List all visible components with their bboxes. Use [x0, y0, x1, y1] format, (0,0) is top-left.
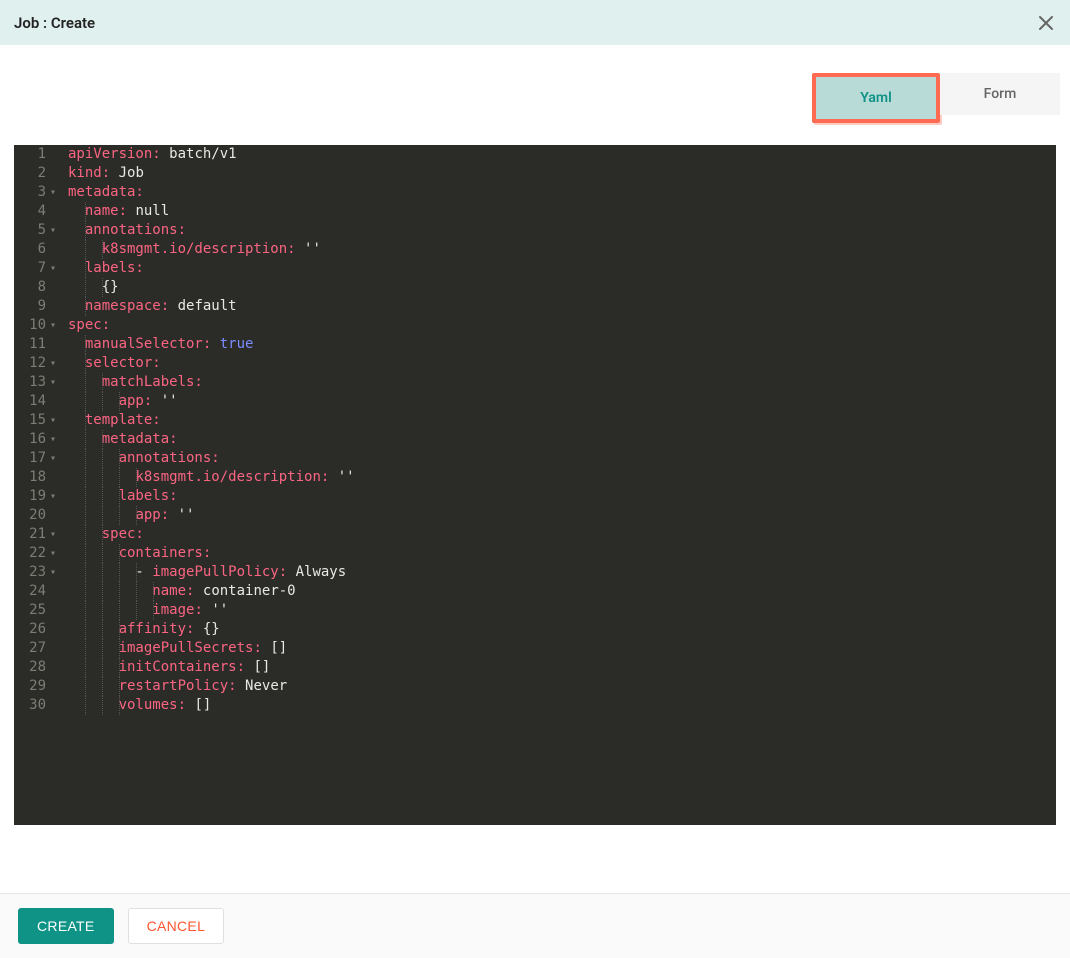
dialog-title: Job : Create	[14, 14, 95, 32]
code-line[interactable]: initContainers: []	[68, 658, 1056, 677]
gutter-line: 16▾	[14, 430, 58, 449]
fold-icon[interactable]: ▾	[48, 259, 58, 278]
code-line[interactable]: namespace: default	[68, 297, 1056, 316]
code-line[interactable]: name: null	[68, 202, 1056, 221]
gutter-line: 25	[14, 601, 58, 620]
gutter-line: 6	[14, 240, 58, 259]
dialog-footer: CREATE CANCEL	[0, 893, 1070, 958]
code-line[interactable]: labels:	[68, 259, 1056, 278]
code-line[interactable]: metadata:	[68, 430, 1056, 449]
code-line[interactable]: containers:	[68, 544, 1056, 563]
code-line[interactable]: app: ''	[68, 392, 1056, 411]
fold-icon[interactable]: ▾	[48, 525, 58, 544]
gutter-line: 5▾	[14, 221, 58, 240]
code-line[interactable]: matchLabels:	[68, 373, 1056, 392]
code-line[interactable]: manualSelector: true	[68, 335, 1056, 354]
cancel-button[interactable]: CANCEL	[128, 908, 225, 944]
tab-form[interactable]: Form	[940, 73, 1060, 115]
code-line[interactable]: spec:	[68, 316, 1056, 335]
gutter-line: 28	[14, 658, 58, 677]
fold-icon[interactable]: ▾	[48, 449, 58, 468]
code-line[interactable]: volumes: []	[68, 696, 1056, 715]
fold-icon[interactable]: ▾	[48, 563, 58, 582]
gutter-line: 8	[14, 278, 58, 297]
code-line[interactable]: k8smgmt.io/description: ''	[68, 468, 1056, 487]
gutter-line: 15▾	[14, 411, 58, 430]
yaml-editor-container: 123▾45▾67▾8910▾1112▾13▾1415▾16▾17▾1819▾2…	[14, 145, 1056, 893]
code-line[interactable]: template:	[68, 411, 1056, 430]
gutter-line: 24	[14, 582, 58, 601]
gutter-line: 10▾	[14, 316, 58, 335]
code-line[interactable]: selector:	[68, 354, 1056, 373]
code-line[interactable]: image: ''	[68, 601, 1056, 620]
gutter-line: 21▾	[14, 525, 58, 544]
dialog-header: Job : Create	[0, 0, 1070, 45]
gutter-line: 14	[14, 392, 58, 411]
gutter-line: 7▾	[14, 259, 58, 278]
code-line[interactable]: annotations:	[68, 221, 1056, 240]
fold-icon[interactable]: ▾	[48, 544, 58, 563]
gutter-line: 2	[14, 164, 58, 183]
gutter-line: 27	[14, 639, 58, 658]
code-line[interactable]: spec:	[68, 525, 1056, 544]
code-line[interactable]: restartPolicy: Never	[68, 677, 1056, 696]
editor-code[interactable]: apiVersion: batch/v1kind: Jobmetadata: n…	[64, 145, 1056, 825]
gutter-line: 20	[14, 506, 58, 525]
gutter-line: 12▾	[14, 354, 58, 373]
code-line[interactable]: {}	[68, 278, 1056, 297]
gutter-line: 22▾	[14, 544, 58, 563]
close-icon[interactable]	[1036, 13, 1056, 33]
code-line[interactable]: k8smgmt.io/description: ''	[68, 240, 1056, 259]
gutter-line: 13▾	[14, 373, 58, 392]
gutter-line: 19▾	[14, 487, 58, 506]
fold-icon[interactable]: ▾	[48, 430, 58, 449]
tab-yaml[interactable]: Yaml	[816, 77, 936, 119]
fold-icon[interactable]: ▾	[48, 411, 58, 430]
code-line[interactable]: - imagePullPolicy: Always	[68, 563, 1056, 582]
fold-icon[interactable]: ▾	[48, 316, 58, 335]
code-line[interactable]: imagePullSecrets: []	[68, 639, 1056, 658]
gutter-line: 30	[14, 696, 58, 715]
gutter-line: 4	[14, 202, 58, 221]
yaml-editor[interactable]: 123▾45▾67▾8910▾1112▾13▾1415▾16▾17▾1819▾2…	[14, 145, 1056, 825]
editor-gutter: 123▾45▾67▾8910▾1112▾13▾1415▾16▾17▾1819▾2…	[14, 145, 64, 825]
code-line[interactable]: affinity: {}	[68, 620, 1056, 639]
tabs: Yaml Form	[0, 45, 1070, 123]
code-line[interactable]: app: ''	[68, 506, 1056, 525]
fold-icon[interactable]: ▾	[48, 221, 58, 240]
gutter-line: 3▾	[14, 183, 58, 202]
code-line[interactable]: kind: Job	[68, 164, 1056, 183]
gutter-line: 17▾	[14, 449, 58, 468]
gutter-line: 1	[14, 145, 58, 164]
create-button[interactable]: CREATE	[18, 908, 114, 944]
fold-icon[interactable]: ▾	[48, 487, 58, 506]
gutter-line: 23▾	[14, 563, 58, 582]
code-line[interactable]: metadata:	[68, 183, 1056, 202]
gutter-line: 18	[14, 468, 58, 487]
code-line[interactable]: annotations:	[68, 449, 1056, 468]
fold-icon[interactable]: ▾	[48, 354, 58, 373]
gutter-line: 29	[14, 677, 58, 696]
code-line[interactable]: labels:	[68, 487, 1056, 506]
code-line[interactable]: name: container-0	[68, 582, 1056, 601]
yaml-tab-highlight: Yaml	[812, 73, 940, 123]
gutter-line: 9	[14, 297, 58, 316]
gutter-line: 11	[14, 335, 58, 354]
fold-icon[interactable]: ▾	[48, 373, 58, 392]
code-line[interactable]: apiVersion: batch/v1	[68, 145, 1056, 164]
gutter-line: 26	[14, 620, 58, 639]
fold-icon[interactable]: ▾	[48, 183, 58, 202]
